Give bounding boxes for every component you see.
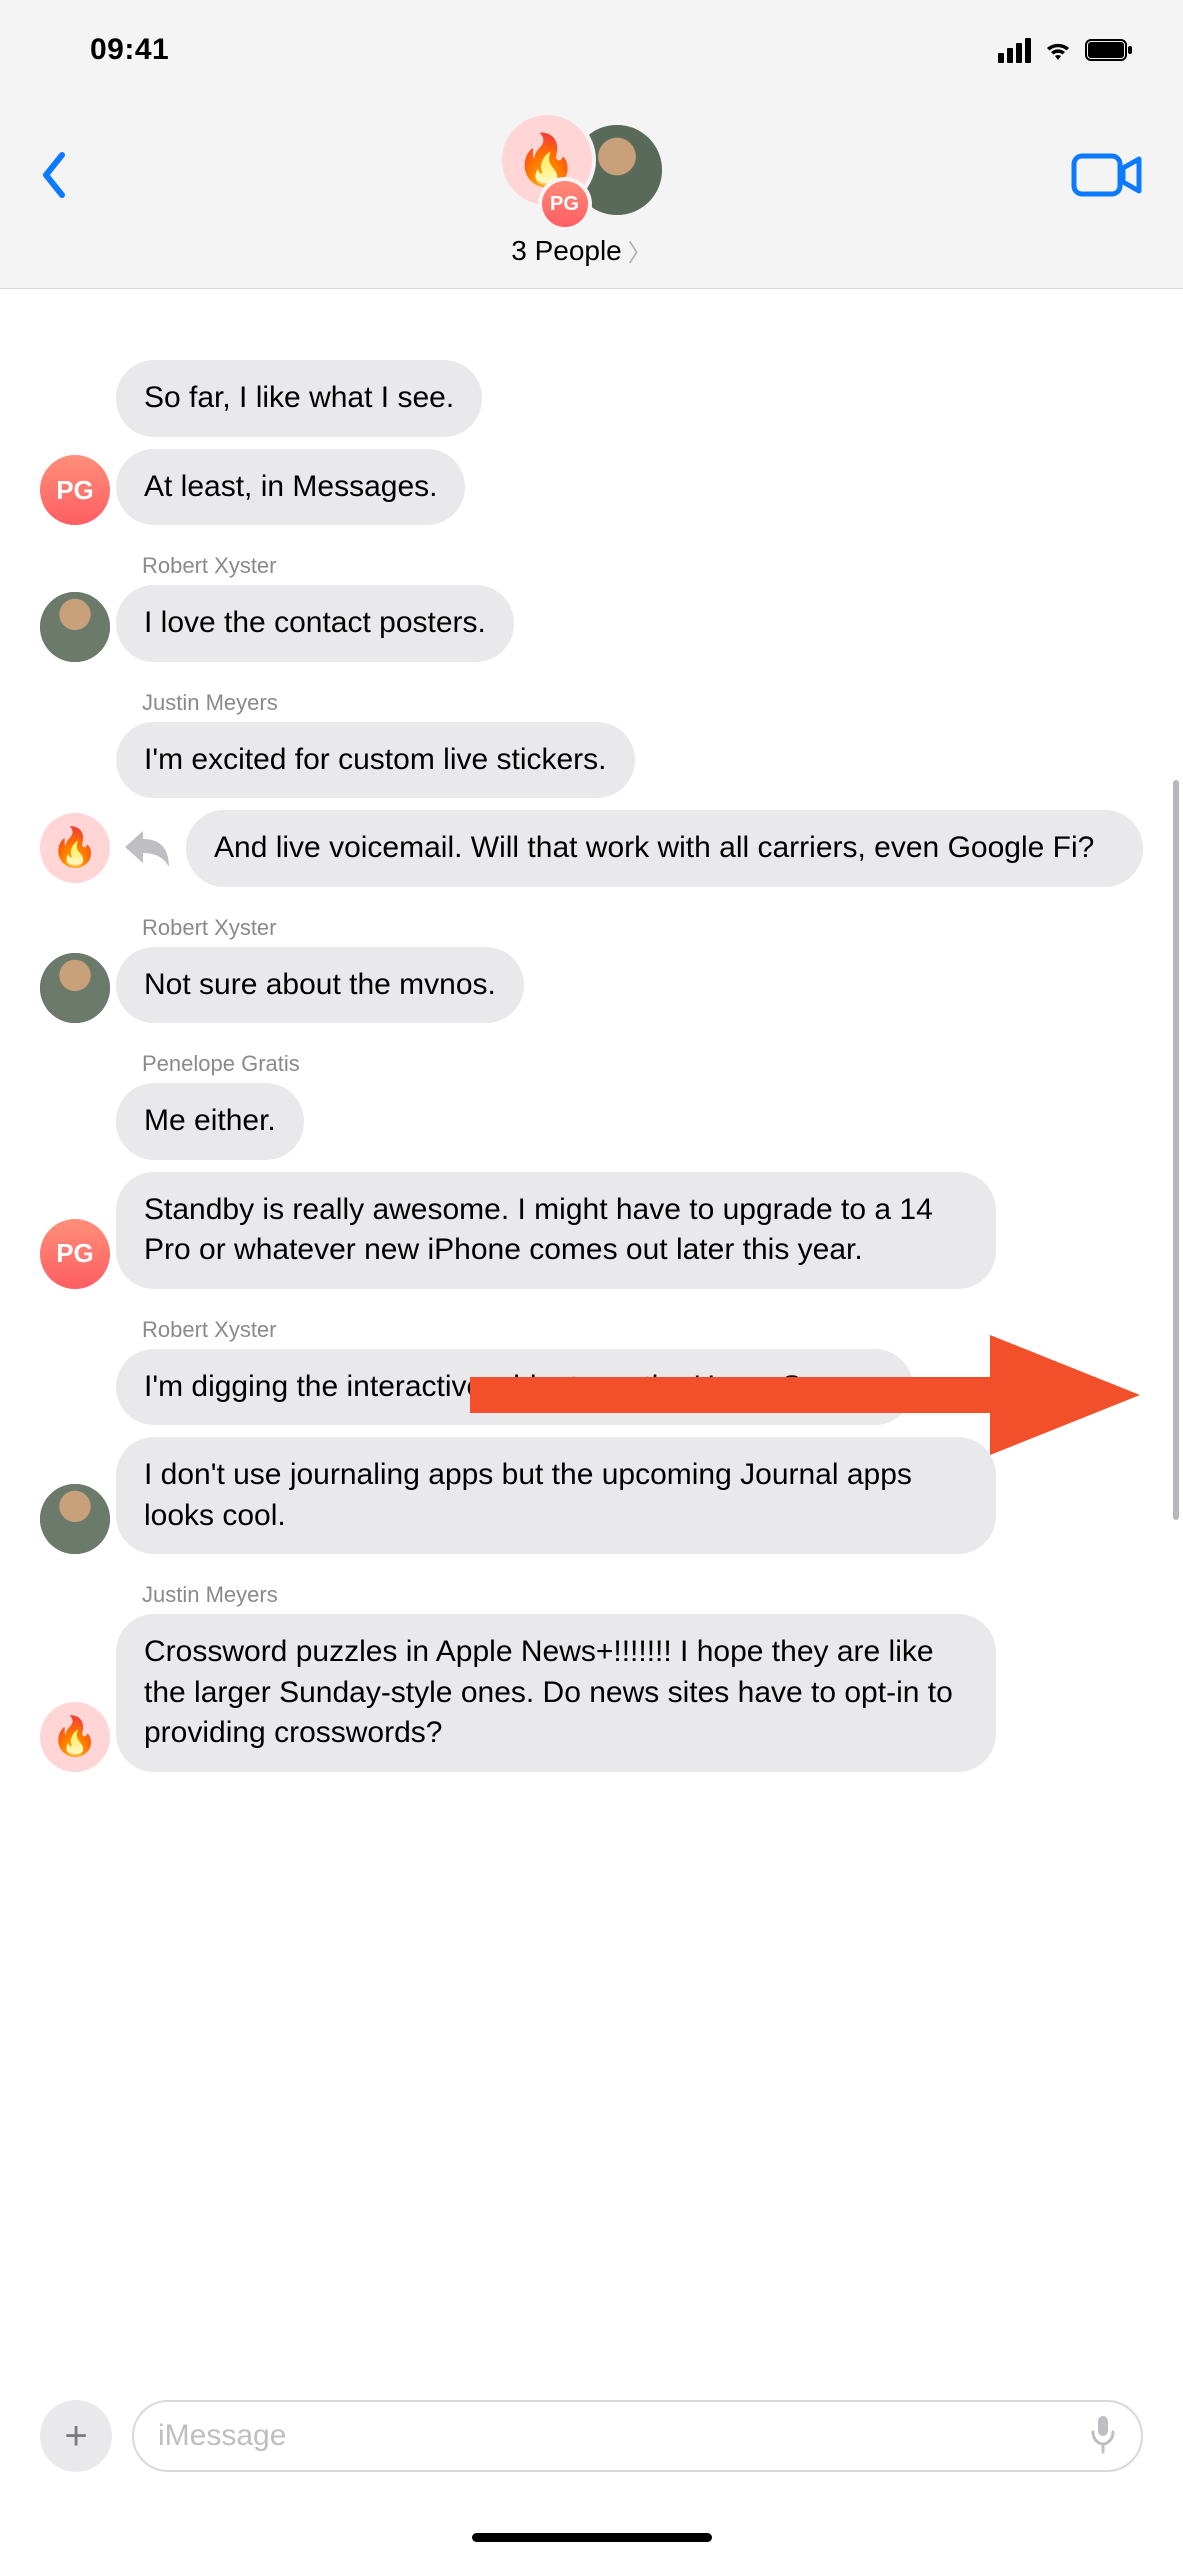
reply-arrow-icon (116, 825, 176, 871)
home-indicator[interactable] (472, 2533, 712, 2542)
message-bubble[interactable]: Standby is really awesome. I might have … (116, 1172, 996, 1289)
message-row: So far, I like what I see. (40, 360, 1143, 437)
message-bubble-swiped[interactable]: And live voicemail. Will that work with … (186, 810, 1143, 887)
message-row: 🔥 Justin Meyers Crossword puzzles in App… (40, 1576, 1143, 1772)
sender-avatar-robert (40, 592, 110, 662)
wifi-icon (1043, 39, 1073, 61)
chevron-left-icon (40, 151, 68, 199)
sender-name-label: Justin Meyers (142, 690, 278, 716)
video-camera-icon (1071, 153, 1143, 197)
status-time: 09:41 (90, 33, 169, 67)
message-bubble[interactable]: I don't use journaling apps but the upco… (116, 1437, 996, 1554)
dictation-icon[interactable] (1089, 2414, 1117, 2459)
add-button[interactable]: + (40, 2400, 112, 2472)
header-title-row[interactable]: 3 People 〉 (511, 233, 652, 268)
message-row: Justin Meyers I'm excited for custom liv… (40, 684, 1143, 799)
battery-icon (1085, 39, 1133, 61)
sender-avatar-justin-fire: 🔥 (40, 813, 110, 883)
sender-avatar-justin-fire: 🔥 (40, 1702, 110, 1772)
sender-name-label: Penelope Gratis (142, 1051, 300, 1077)
message-bubble[interactable]: So far, I like what I see. (116, 360, 482, 437)
message-bubble[interactable]: I'm excited for custom live stickers. (116, 722, 635, 799)
message-bubble[interactable]: Not sure about the mvnos. (116, 947, 524, 1024)
group-avatar-cluster: 🔥 PG (492, 115, 672, 215)
message-row: I don't use journaling apps but the upco… (40, 1437, 1143, 1554)
sender-name-label: Robert Xyster (142, 915, 277, 941)
message-bubble[interactable]: Me either. (116, 1083, 304, 1160)
message-row: Penelope Gratis Me either. (40, 1045, 1143, 1160)
status-bar: 09:41 (0, 0, 1183, 100)
sender-name-label: Robert Xyster (142, 1317, 277, 1343)
plus-icon: + (64, 2414, 87, 2459)
header-center[interactable]: 🔥 PG 3 People 〉 (100, 115, 1063, 268)
header-avatar-initials: PG (542, 181, 588, 227)
status-icons (998, 38, 1133, 63)
sender-avatar-robert (40, 953, 110, 1023)
conversation-title: 3 People (511, 235, 622, 267)
message-row: PG At least, in Messages. (40, 449, 1143, 526)
sender-avatar-robert (40, 1484, 110, 1554)
message-bubble[interactable]: Crossword puzzles in Apple News+!!!!!!! … (116, 1614, 996, 1772)
sender-name-label: Robert Xyster (142, 553, 277, 579)
back-button[interactable] (40, 115, 100, 195)
phone-frame: 09:41 🔥 PG (0, 0, 1183, 2560)
input-placeholder: iMessage (158, 2419, 1089, 2453)
message-text-input[interactable]: iMessage (132, 2400, 1143, 2472)
chevron-right-icon: 〉 (628, 233, 652, 268)
message-row: PG Standby is really awesome. I might ha… (40, 1172, 1143, 1289)
swipe-reply-row[interactable]: 🔥 And live voicemail. Will that work wit… (40, 810, 1143, 887)
facetime-button[interactable] (1063, 115, 1143, 195)
sender-avatar-penelope: PG (40, 1219, 110, 1289)
sender-avatar-pg: PG (40, 455, 110, 525)
messages-scroll-area[interactable]: So far, I like what I see. PG At least, … (0, 360, 1183, 2380)
message-row: Robert Xyster Not sure about the mvnos. (40, 909, 1143, 1024)
cellular-signal-icon (998, 38, 1031, 63)
message-bubble[interactable]: At least, in Messages. (116, 449, 465, 526)
sender-name-label: Justin Meyers (142, 1582, 278, 1608)
conversation-header[interactable]: 🔥 PG 3 People 〉 (0, 100, 1183, 289)
scroll-indicator[interactable] (1173, 780, 1179, 1520)
message-row: Robert Xyster I'm digging the interactiv… (40, 1311, 1143, 1426)
message-row: Robert Xyster I love the contact posters… (40, 547, 1143, 662)
message-bubble[interactable]: I'm digging the interactive widgets on t… (116, 1349, 913, 1426)
message-bubble[interactable]: I love the contact posters. (116, 585, 514, 662)
